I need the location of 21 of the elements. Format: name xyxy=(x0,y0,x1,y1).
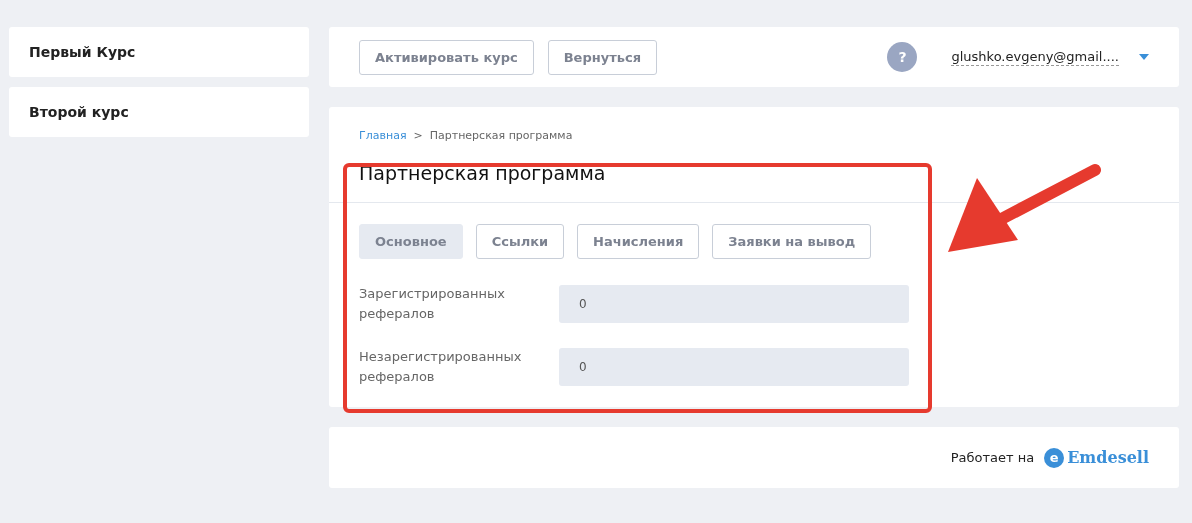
tab[interactable]: Ссылки xyxy=(475,224,565,259)
breadcrumb-link[interactable]: Главная xyxy=(359,129,407,142)
tab[interactable]: Основное xyxy=(359,224,463,259)
tab[interactable]: Заявки на вывод xyxy=(712,224,872,259)
sidebar-item[interactable]: Второй курс xyxy=(9,87,309,137)
field-label: Зарегистрированных рефералов xyxy=(359,285,507,323)
toolbar-button[interactable]: Вернуться xyxy=(547,39,657,75)
powered-by-text: Работает на xyxy=(950,450,1035,465)
field-label: Незарегистрированных рефералов xyxy=(359,348,523,386)
value-field: 0 xyxy=(559,348,909,386)
value-field: 0 xyxy=(559,285,909,323)
breadcrumb-text: Партнерская программа xyxy=(429,129,573,142)
toolbar-button[interactable]: Активировать курс xyxy=(359,39,534,75)
help-icon[interactable]: ? xyxy=(887,42,918,72)
logo-text: Emdesell xyxy=(1067,448,1149,467)
sidebar-item[interactable]: Первый Курс xyxy=(9,27,309,77)
caret-icon[interactable] xyxy=(1139,54,1149,60)
user-menu[interactable]: glushko.evgeny@gmail.... xyxy=(951,48,1119,66)
tab[interactable]: Начисления xyxy=(577,224,700,259)
logo-icon: e xyxy=(1044,447,1065,468)
breadcrumb-text: > xyxy=(413,129,423,142)
